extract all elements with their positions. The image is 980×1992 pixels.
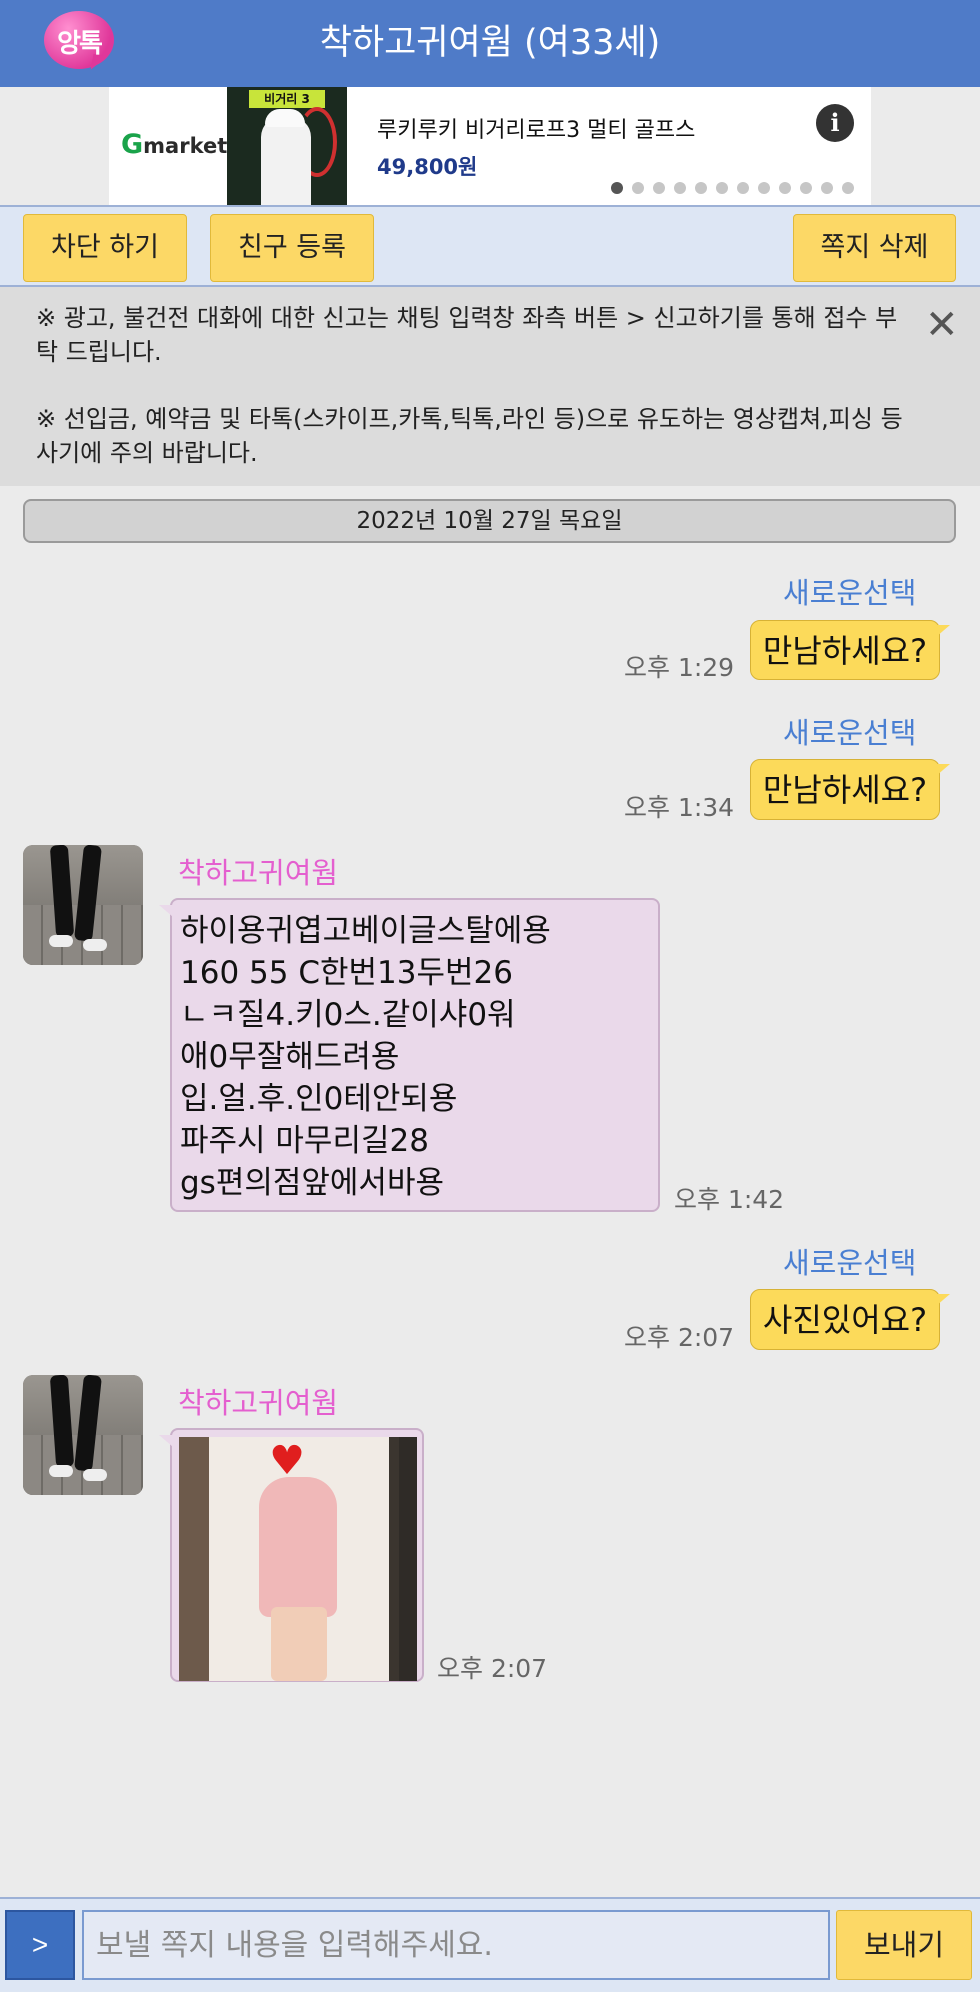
message-line: 입.얼.후.인0테안되용 <box>180 1081 458 1117</box>
message-bubble-sent[interactable]: 사진있어요? <box>750 1289 950 1350</box>
send-button[interactable]: 보내기 <box>836 1910 972 1980</box>
photo-message-bubble[interactable]: ♥ <box>159 1428 424 1682</box>
avatar[interactable] <box>23 1375 143 1495</box>
block-button[interactable]: 차단 하기 <box>23 214 187 282</box>
sender-name: 새로운선택 <box>783 576 917 610</box>
ad-image-tag: 비거리 3 <box>249 90 325 108</box>
message-line: 파주시 마무리길28 <box>180 1123 429 1159</box>
date-divider: 2022년 10월 27일 목요일 <box>23 499 956 543</box>
carousel-dot[interactable] <box>758 182 770 194</box>
ad-product-image: 비거리 3 <box>227 87 347 205</box>
sender-name: 착하고귀여웜 <box>178 1386 339 1420</box>
ad-brand-logo: Gmarket <box>121 129 228 160</box>
sender-name: 새로운선택 <box>783 716 917 750</box>
app-header: 앙톡 착하고귀여웜 (여33세) <box>0 0 980 87</box>
delete-message-button[interactable]: 쪽지 삭제 <box>793 214 956 282</box>
message-time: 오후 2:07 <box>437 1654 548 1683</box>
heart-icon: ♥ <box>269 1438 305 1484</box>
carousel-dot[interactable] <box>632 182 644 194</box>
message-bubble-sent[interactable]: 만남하세요? <box>750 620 950 680</box>
notice-line-fraud: ※ 선입금, 예약금 및 타톡(스카이프,카톡,틱톡,라인 등)으로 유도하는 … <box>36 405 903 467</box>
ad-banner[interactable]: Gmarket 비거리 3 루키루키 비거리로프3 멀티 골프스 49,800원… <box>109 87 871 205</box>
carousel-dot[interactable] <box>716 182 728 194</box>
action-bar: 차단 하기 친구 등록 쪽지 삭제 <box>0 205 980 287</box>
carousel-dot[interactable] <box>695 182 707 194</box>
ad-carousel-dots <box>611 182 854 196</box>
carousel-dot[interactable] <box>779 182 791 194</box>
shared-photo[interactable]: ♥ <box>179 1437 417 1681</box>
message-text: 하이용귀엽고베이글스탈에용 160 55 C한번13두번26 ㄴㅋ질4.키0스.같이… <box>180 910 551 1204</box>
message-line: gs편의점앞에서바용 <box>180 1165 444 1201</box>
ad-product-price: 49,800원 <box>377 155 478 179</box>
carousel-dot[interactable] <box>674 182 686 194</box>
message-time: 오후 1:42 <box>674 1185 785 1214</box>
carousel-dot[interactable] <box>653 182 665 194</box>
input-bar: > 보내기 <box>0 1897 980 1992</box>
avatar[interactable] <box>23 845 143 965</box>
sender-name: 새로운선택 <box>783 1246 917 1280</box>
info-icon[interactable]: i <box>816 104 854 142</box>
add-friend-button[interactable]: 친구 등록 <box>210 214 374 282</box>
message-line: ㄴㅋ질4.키0스.같이샤0워 <box>180 997 516 1033</box>
message-input[interactable] <box>82 1910 830 1980</box>
message-time: 오후 1:34 <box>624 793 735 822</box>
carousel-dot[interactable] <box>800 182 812 194</box>
close-icon[interactable]: ✕ <box>925 305 959 345</box>
carousel-dot[interactable] <box>842 182 854 194</box>
carousel-dot[interactable] <box>737 182 749 194</box>
message-bubble-sent[interactable]: 만남하세요? <box>750 759 950 820</box>
message-line: 애0무잘해드려용 <box>180 1039 400 1075</box>
ad-product-name: 루키루키 비거리로프3 멀티 골프스 <box>377 118 696 143</box>
page-title: 착하고귀여웜 (여33세) <box>319 23 661 63</box>
notice-line-report: ※ 광고, 불건전 대화에 대한 신고는 채팅 입력창 좌측 버튼 > 신고하기… <box>36 304 898 366</box>
message-bubble-received[interactable]: 하이용귀엽고베이글스탈에용 160 55 C한번13두번26 ㄴㅋ질4.키0스.같이… <box>159 898 660 1212</box>
carousel-dot[interactable] <box>821 182 833 194</box>
message-line: 160 55 C한번13두번26 <box>180 955 513 991</box>
sender-name: 착하고귀여웜 <box>178 856 339 890</box>
message-time: 오후 2:07 <box>624 1323 735 1352</box>
carousel-dot[interactable] <box>611 182 623 194</box>
message-time: 오후 1:29 <box>624 653 735 682</box>
report-menu-button[interactable]: > <box>5 1910 75 1980</box>
message-line: 하이용귀엽고베이글스탈에용 <box>180 913 551 949</box>
warning-notice: ※ 광고, 불건전 대화에 대한 신고는 채팅 입력창 좌측 버튼 > 신고하기… <box>0 287 980 486</box>
